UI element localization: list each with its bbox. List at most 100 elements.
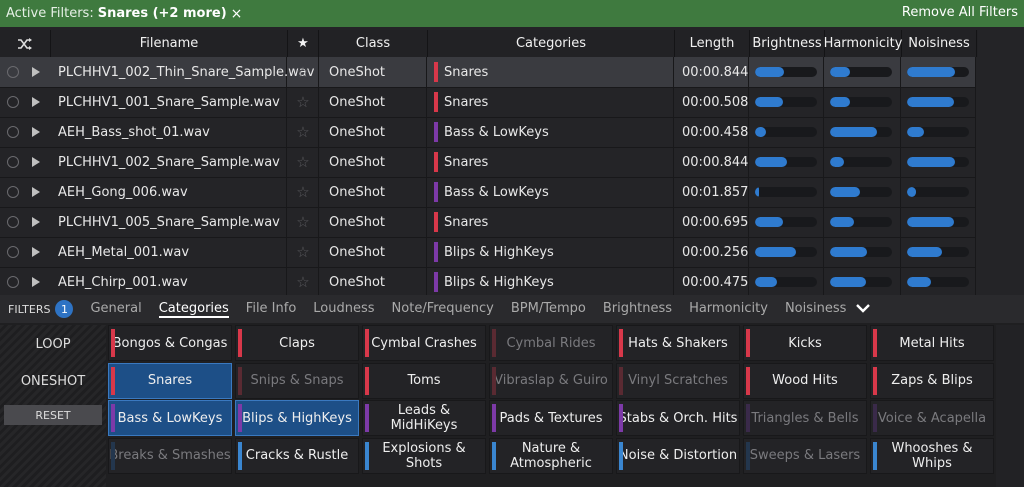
col-harmonicity[interactable]: Harmonicity (824, 30, 902, 57)
category-color-bar (111, 329, 115, 357)
category-button[interactable]: Wood Hits (743, 362, 867, 399)
star-icon[interactable]: ☆ (296, 273, 309, 291)
shuffle-icon[interactable] (0, 30, 51, 57)
category-button[interactable]: Zaps & Blips (870, 362, 994, 399)
select-radio[interactable] (7, 156, 19, 168)
select-radio[interactable] (7, 216, 19, 228)
table-row[interactable]: PLCHHV1_002_Snare_Sample.wav ☆ OneShot Snar… (0, 147, 976, 178)
loop-button[interactable]: LOOP (0, 337, 106, 352)
category-button[interactable]: Vinyl Scratches (616, 362, 740, 399)
play-icon[interactable] (32, 97, 40, 107)
col-length[interactable]: Length (675, 30, 750, 57)
table-row[interactable]: AEH_Gong_006.wav ☆ OneShot Bass & LowKeys 00… (0, 177, 976, 208)
length: 00:00.844 (675, 147, 749, 177)
chevron-down-icon[interactable] (856, 301, 871, 317)
star-icon[interactable]: ☆ (296, 243, 309, 261)
play-icon[interactable] (32, 277, 40, 287)
tab-loudness[interactable]: Loudness (313, 301, 374, 318)
category-button[interactable]: Toms (362, 362, 486, 399)
col-class[interactable]: Class (319, 30, 428, 57)
category-button[interactable]: Noise & Distortion (616, 437, 740, 474)
category-button[interactable]: Vibraslap & Guiro (489, 362, 613, 399)
brightness-meter (755, 67, 817, 77)
select-radio[interactable] (7, 126, 19, 138)
tab-noisiness[interactable]: Noisiness (785, 301, 846, 318)
tab-bpm-tempo[interactable]: BPM/Tempo (511, 301, 586, 318)
oneshot-button[interactable]: ONESHOT (0, 374, 106, 389)
play-icon[interactable] (32, 67, 40, 77)
remove-all-filters-button[interactable]: Remove All Filters (902, 5, 1018, 20)
category-label: Vibraslap & Guiro (494, 373, 608, 388)
tab-harmonicity[interactable]: Harmonicity (689, 301, 768, 318)
star-icon[interactable]: ☆ (296, 213, 309, 231)
category-button[interactable]: Stabs & Orch. Hits (616, 400, 740, 436)
tab-brightness[interactable]: Brightness (603, 301, 672, 318)
play-icon[interactable] (32, 187, 40, 197)
clear-filters-icon[interactable]: × (231, 6, 243, 22)
category-button[interactable]: Blips & HighKeys (235, 400, 359, 436)
category-button[interactable]: Cracks & Rustle (235, 437, 359, 474)
category-button[interactable]: Whooshes & Whips (870, 437, 994, 474)
table-row[interactable]: PLCHHV1_001_Snare_Sample.wav ☆ OneShot Snar… (0, 87, 976, 118)
category-color-bar (434, 152, 438, 172)
select-radio[interactable] (7, 246, 19, 258)
category-button[interactable]: Explosions & Shots (362, 437, 486, 474)
col-filename[interactable]: Filename (51, 30, 288, 57)
play-icon[interactable] (32, 157, 40, 167)
category-button[interactable]: Sweeps & Lasers (743, 437, 867, 474)
category: Snares (444, 214, 489, 230)
star-icon[interactable]: ☆ (296, 153, 309, 171)
category-button[interactable]: Cymbal Rides (489, 325, 613, 361)
active-filters-bar: Active Filters: Snares (+2 more) × Remov… (0, 0, 1024, 27)
star-icon[interactable]: ☆ (296, 123, 309, 141)
table-row[interactable]: PLCHHV1_005_Snare_Sample.wav ☆ OneShot Snar… (0, 207, 976, 238)
category-button[interactable]: Cymbal Crashes (362, 325, 486, 361)
star-icon[interactable]: ☆ (296, 63, 309, 81)
tab-general[interactable]: General (90, 301, 141, 318)
harmonicity-meter (830, 277, 892, 287)
select-radio[interactable] (7, 276, 19, 288)
category-button[interactable]: Snips & Snaps (235, 362, 359, 399)
category-button[interactable]: Claps (235, 325, 359, 361)
category-button[interactable]: Bongos & Congas (108, 325, 232, 361)
category-button[interactable]: Bass & LowKeys (108, 400, 232, 436)
play-icon[interactable] (32, 127, 40, 137)
category-button[interactable]: Voice & Acapella (870, 400, 994, 436)
tab-note-frequency[interactable]: Note/Frequency (392, 301, 494, 318)
tab-file-info[interactable]: File Info (246, 301, 297, 318)
category-button[interactable]: Nature & Atmospheric (489, 437, 613, 474)
star-icon[interactable]: ☆ (296, 183, 309, 201)
category-button[interactable]: Triangles & Bells (743, 400, 867, 436)
category-label: Leads & MidHiKeys (390, 403, 458, 433)
category-color-bar (111, 366, 115, 395)
play-icon[interactable] (32, 217, 40, 227)
category-button[interactable]: Kicks (743, 325, 867, 361)
col-star[interactable]: ★ (288, 30, 319, 57)
tab-categories[interactable]: Categories (158, 301, 229, 318)
category-button[interactable]: Metal Hits (870, 325, 994, 361)
table-row[interactable]: AEH_Bass_shot_01.wav ☆ OneShot Bass & LowKe… (0, 117, 976, 148)
reset-button[interactable]: RESET (4, 405, 102, 425)
table-row[interactable]: AEH_Chirp_001.wav ☆ OneShot Blips & HighKey… (0, 267, 976, 298)
category-scrollbar[interactable] (996, 325, 1024, 487)
table-scrollbar[interactable] (978, 30, 1024, 295)
category-button[interactable]: Hats & Shakers (616, 325, 740, 361)
category-color-bar (619, 366, 623, 395)
star-icon[interactable]: ☆ (296, 93, 309, 111)
category-button[interactable]: Pads & Textures (489, 400, 613, 436)
filter-count-badge: 1 (55, 300, 74, 318)
col-brightness[interactable]: Brightness (750, 30, 825, 57)
col-noisiness[interactable]: Noisiness (902, 30, 977, 57)
select-radio[interactable] (7, 96, 19, 108)
play-icon[interactable] (32, 247, 40, 257)
length: 00:00.458 (675, 117, 749, 147)
col-categories[interactable]: Categories (428, 30, 675, 57)
table-row[interactable]: AEH_Metal_001.wav ☆ OneShot Blips & HighKey… (0, 237, 976, 268)
category-label: Nature & Atmospheric (510, 440, 592, 471)
category-button[interactable]: Leads & MidHiKeys (362, 400, 486, 436)
category-button[interactable]: Snares (108, 362, 232, 399)
category-button[interactable]: Breaks & Smashes (108, 437, 232, 474)
table-row[interactable]: PLCHHV1_002_Thin_Snare_Sample.wav ☆ OneSho… (0, 57, 976, 88)
select-radio[interactable] (7, 66, 19, 78)
select-radio[interactable] (7, 186, 19, 198)
